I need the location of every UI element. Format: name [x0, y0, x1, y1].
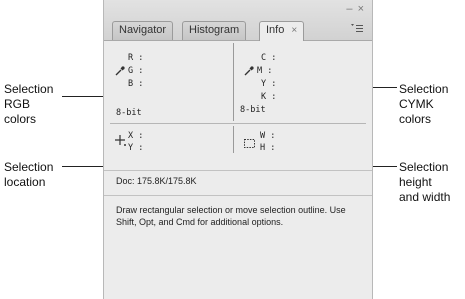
callout-line-2: CYMK: [399, 97, 434, 111]
eyedropper-glyph: [115, 66, 125, 76]
panel-tab-bar: – × Navigator Histogram Info ×: [104, 0, 372, 41]
selection-marquee-icon: [243, 136, 257, 154]
divider-vertical-top: [233, 43, 234, 121]
crosshair-icon: [114, 134, 128, 153]
location-x-label: X :: [128, 131, 144, 141]
divider-horizontal-3: [104, 195, 372, 196]
size-w-label: W :: [260, 131, 276, 141]
tab-label: Histogram: [189, 24, 240, 36]
tab-label: Navigator: [119, 24, 167, 36]
callout-selection-location: Selection location: [4, 160, 53, 190]
callout-line-1: Selection: [4, 82, 54, 96]
marquee-glyph: [244, 139, 255, 148]
cmyk-m-label: M :: [257, 66, 273, 76]
rgb-g-label: G :: [128, 66, 144, 76]
tab-close-icon[interactable]: ×: [291, 25, 297, 36]
panel-menu-glyph: [351, 24, 363, 32]
rgb-r-label: R :: [128, 53, 144, 63]
divider-horizontal-1: [110, 123, 366, 124]
callout-line-2: location: [4, 175, 46, 189]
tab-navigator[interactable]: Navigator: [112, 21, 174, 40]
tab-histogram[interactable]: Histogram: [182, 21, 247, 40]
location-y-label: Y :: [128, 143, 144, 153]
rgb-bit-depth: 8-bit: [116, 108, 142, 118]
cmyk-bit-depth: 8-bit: [240, 105, 266, 115]
divider-vertical-bottom: [233, 126, 234, 153]
minimize-icon[interactable]: –: [346, 3, 352, 15]
callout-line-1: Selection: [399, 160, 449, 174]
panel-menu-icon[interactable]: [348, 22, 366, 36]
callout-line-3: colors: [4, 112, 37, 126]
eyedropper-icon: [243, 64, 255, 82]
callout-line-3: colors: [399, 112, 432, 126]
callout-selection-cmyk: Selection CYMK colors: [399, 82, 448, 127]
tool-description: Draw rectangular selection or move selec…: [116, 205, 346, 227]
callout-line-1: Selection: [399, 82, 449, 96]
info-panel: – × Navigator Histogram Info × R: G: B…: [103, 0, 373, 299]
callout-selection-size: Selection height and width: [399, 160, 450, 205]
window-controls: – ×: [344, 4, 364, 15]
rgb-b-label: B :: [128, 79, 144, 89]
eyedropper-icon: [114, 64, 126, 82]
size-h-label: H :: [260, 143, 276, 153]
divider-horizontal-2: [104, 170, 372, 171]
callout-line-3: and width: [399, 190, 451, 204]
callout-line-2: height: [399, 175, 432, 189]
doc-size-info: Doc: 175.8K/175.8K: [116, 176, 197, 186]
cmyk-c-label: C :: [261, 53, 277, 63]
cmyk-y-label: Y :: [261, 79, 277, 89]
close-icon[interactable]: ×: [358, 3, 364, 15]
eyedropper-glyph: [244, 66, 254, 76]
cmyk-k-label: K :: [261, 92, 277, 102]
callout-line-2: RGB: [4, 97, 31, 111]
tab-info[interactable]: Info ×: [259, 21, 305, 41]
callout-selection-rgb: Selection RGB colors: [4, 82, 53, 127]
callout-line-1: Selection: [4, 160, 54, 174]
crosshair-glyph: [115, 135, 126, 146]
tab-label: Info: [266, 24, 285, 36]
